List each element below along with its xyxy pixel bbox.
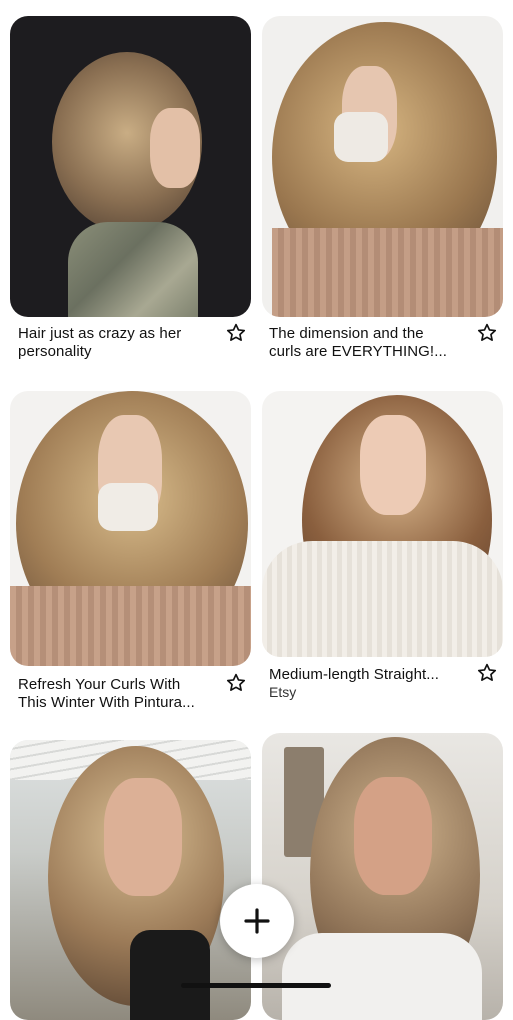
star-outline-icon[interactable] (225, 322, 247, 344)
sweater-shape (272, 228, 503, 317)
pin-image-4[interactable] (262, 391, 503, 657)
pin-title-4-line1: Medium-length Straight... (269, 666, 440, 683)
face-shape (150, 108, 200, 188)
camo-shirt (68, 222, 198, 317)
mask-shape (98, 483, 158, 531)
pin-title-2-line1: The dimension and the (269, 325, 424, 342)
face-shape (360, 415, 426, 515)
pin-title-1-line2: personality (18, 343, 92, 360)
pin-title-3-line2: This Winter With Pintura... (18, 694, 195, 711)
face-shape (104, 778, 182, 896)
pin-image-3[interactable] (10, 391, 251, 666)
mask-shape (334, 112, 388, 162)
pin-title-4[interactable]: Medium-length Straight... (269, 666, 469, 684)
home-indicator[interactable] (181, 983, 331, 988)
pin-image-6[interactable] (262, 733, 503, 1020)
plus-icon (244, 908, 270, 934)
star-outline-icon[interactable] (476, 322, 498, 344)
pin-image-5[interactable] (10, 740, 251, 1020)
sweater-shape (262, 541, 503, 657)
pin-title-2[interactable]: The dimension and the curls are EVERYTHI… (269, 325, 469, 361)
star-outline-icon[interactable] (476, 662, 498, 684)
face-shape (354, 777, 432, 895)
sweater-shape (10, 586, 251, 666)
create-pin-button[interactable] (220, 884, 294, 958)
pin-title-2-line2: curls are EVERYTHING!... (269, 343, 447, 360)
top-shape (282, 933, 482, 1020)
pin-title-3-line1: Refresh Your Curls With (18, 676, 181, 693)
top-shape (130, 930, 210, 1020)
pin-title-1[interactable]: Hair just as crazy as her personality (18, 325, 218, 361)
pin-title-1-line1: Hair just as crazy as her (18, 325, 182, 342)
star-outline-icon[interactable] (225, 672, 247, 694)
pin-title-3[interactable]: Refresh Your Curls With This Winter With… (18, 676, 218, 712)
pin-source-4[interactable]: Etsy (269, 684, 296, 700)
pin-image-2[interactable] (262, 16, 503, 317)
pin-image-1[interactable] (10, 16, 251, 317)
